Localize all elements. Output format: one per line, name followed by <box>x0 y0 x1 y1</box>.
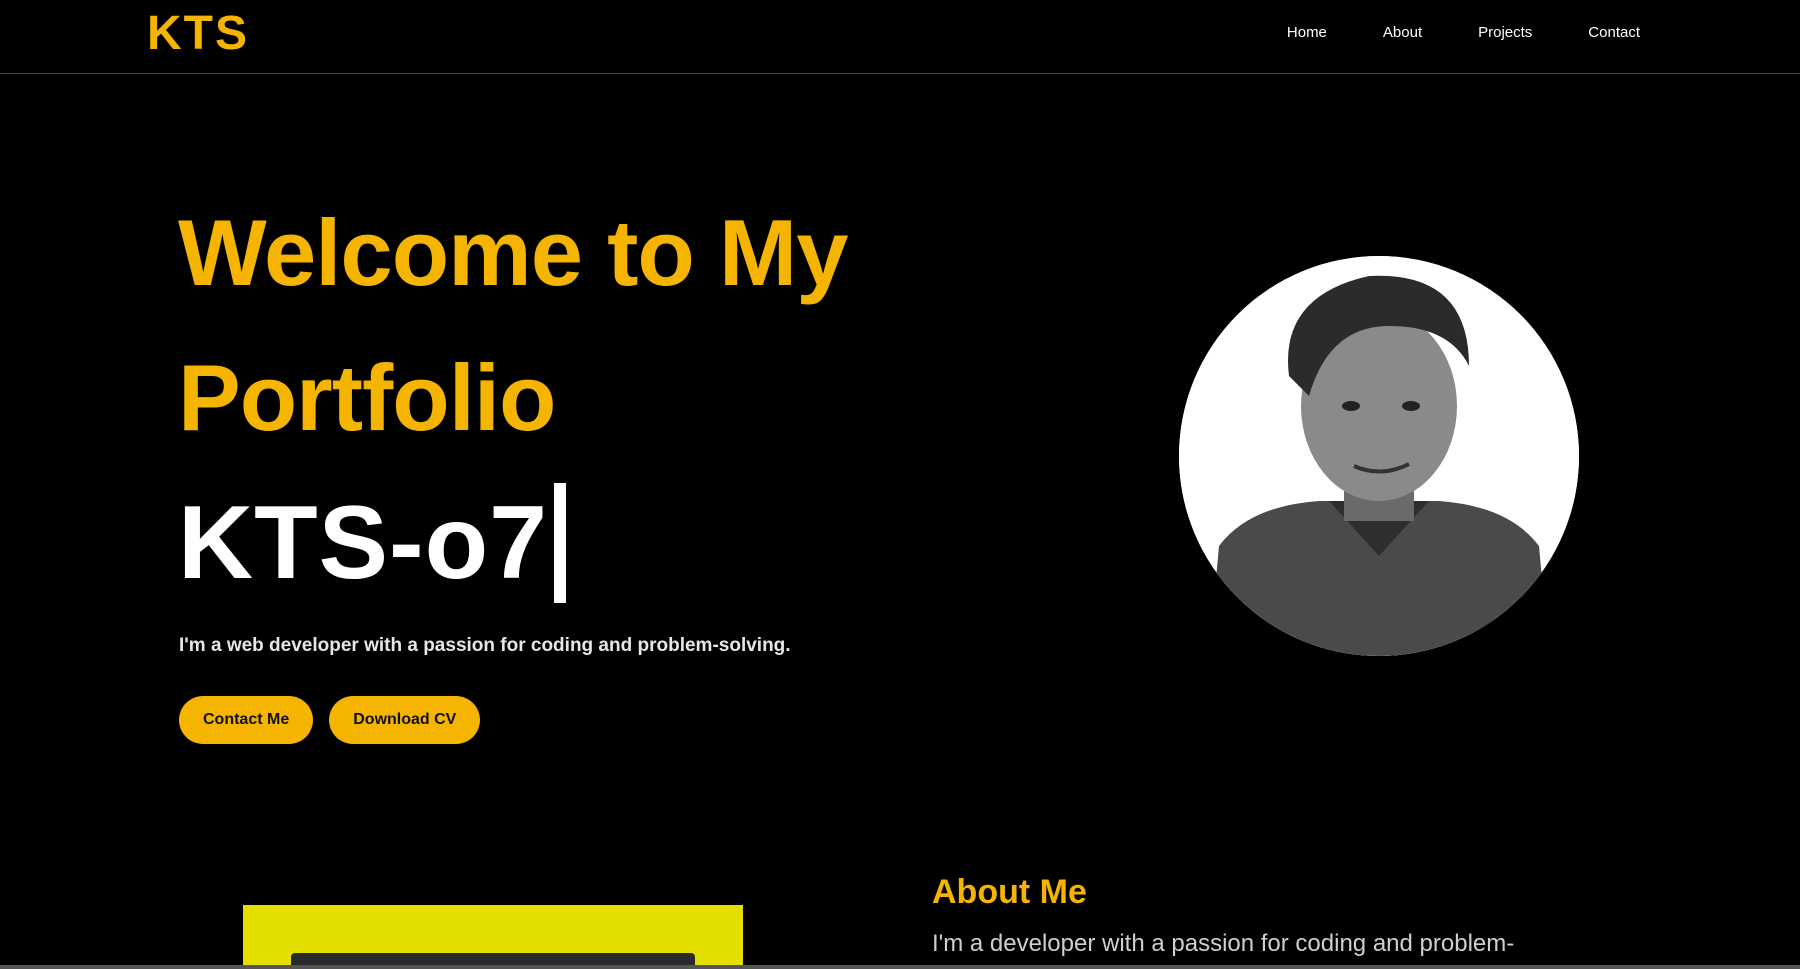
horizontal-scrollbar[interactable] <box>0 965 1800 969</box>
typed-name-line: KTS-o7 <box>178 478 566 608</box>
nav-links: Home About Projects Contact <box>1231 22 1640 44</box>
hero-title-line2: Portfolio <box>178 345 556 450</box>
hero-tagline: I'm a web developer with a passion for c… <box>179 635 791 656</box>
download-cv-button[interactable]: Download CV <box>329 696 481 744</box>
typing-cursor <box>554 483 566 603</box>
hero-buttons: Contact Me Download CV <box>179 696 481 744</box>
hero-title-line1: Welcome to My <box>178 200 849 305</box>
nav-link-home[interactable]: Home <box>1287 22 1327 44</box>
contact-me-button[interactable]: Contact Me <box>179 696 314 744</box>
nav-link-contact[interactable]: Contact <box>1588 22 1640 44</box>
nav-link-projects[interactable]: Projects <box>1478 22 1532 44</box>
nav-link-about[interactable]: About <box>1383 22 1422 44</box>
profile-avatar <box>1179 256 1579 656</box>
hero-title: Welcome to My Portfolio <box>178 180 998 470</box>
about-text: I'm a developer with a passion for codin… <box>932 930 1515 957</box>
portfolio-page: KTS Home About Projects Contact Welcome … <box>0 0 1800 969</box>
typed-name: KTS-o7 <box>178 485 548 601</box>
about-image-frame <box>243 905 743 969</box>
top-navbar: KTS Home About Projects Contact <box>0 0 1800 74</box>
site-logo[interactable]: KTS <box>147 6 249 62</box>
about-title: About Me <box>932 873 1087 911</box>
profile-photo-icon <box>1179 256 1579 656</box>
